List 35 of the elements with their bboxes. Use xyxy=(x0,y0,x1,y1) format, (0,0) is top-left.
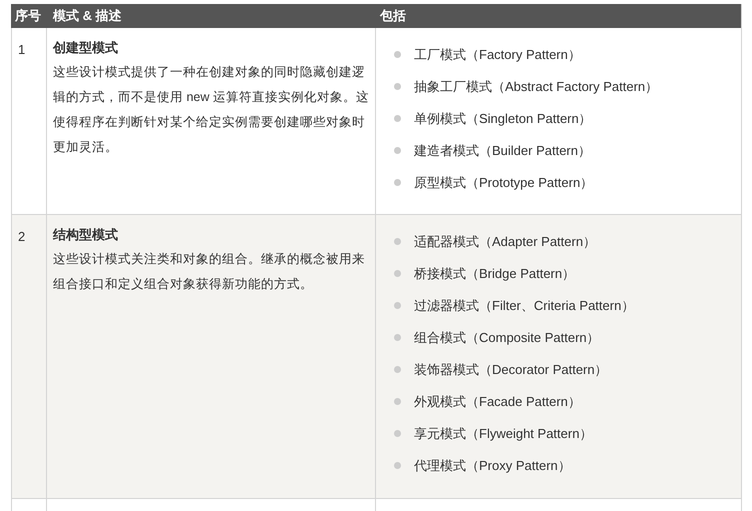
bullet-icon xyxy=(394,238,401,245)
bullet-icon xyxy=(394,179,401,186)
bullet-icon xyxy=(394,51,401,58)
column-header: 序号 xyxy=(14,7,42,26)
bullet-icon xyxy=(394,398,401,405)
row-number: 1 xyxy=(18,42,26,57)
bullet-icon xyxy=(394,430,401,437)
pattern-item: 过滤器模式（Filter、Criteria Pattern） xyxy=(414,296,634,315)
pattern-item: 适配器模式（Adapter Pattern） xyxy=(414,232,596,251)
pattern-item: 外观模式（Facade Pattern） xyxy=(414,392,581,411)
category-title: 结构型模式 xyxy=(53,226,118,244)
pattern-item: 建造者模式（Builder Pattern） xyxy=(414,142,591,160)
column-header: 包括 xyxy=(378,7,407,26)
category-description: 这些设计模式提供了一种在创建对象的同时隐藏创建逻辑的方式，而不是使用 new 运算符直接实例化对象。这使得程序在判断针对某个给定实例需要创建哪些对象时更加灵活。 xyxy=(53,64,370,156)
bullet-icon xyxy=(394,366,401,373)
bullet-icon xyxy=(394,302,401,309)
bullet-icon xyxy=(394,462,401,469)
pattern-item: 原型模式（Prototype Pattern） xyxy=(414,174,594,192)
bullet-icon xyxy=(394,83,401,90)
bullet-icon xyxy=(394,115,401,122)
bullet-icon xyxy=(394,147,401,154)
pattern-item: 享元模式（Flyweight Pattern） xyxy=(414,424,592,443)
pattern-item: 组合模式（Composite Pattern） xyxy=(414,328,600,347)
bullet-icon xyxy=(394,334,401,341)
category-title: 创建型模式 xyxy=(53,39,118,57)
row-number: 2 xyxy=(18,229,26,244)
column-header: 模式 & 描述 xyxy=(52,7,123,26)
category-description: 这些设计模式关注类和对象的组合。继承的概念被用来组合接口和定义组合对象获得新功能的方式。 xyxy=(53,251,366,293)
pattern-item: 单例模式（Singleton Pattern） xyxy=(414,110,592,128)
pattern-item: 装饰器模式（Decorator Pattern） xyxy=(414,360,608,379)
bullet-icon xyxy=(394,270,401,277)
pattern-item: 桥接模式（Bridge Pattern） xyxy=(414,264,576,283)
pattern-item: 代理模式（Proxy Pattern） xyxy=(414,456,571,475)
pattern-item: 工厂模式（Factory Pattern） xyxy=(414,46,581,64)
pattern-item: 抽象工厂模式（Abstract Factory Pattern） xyxy=(414,78,658,96)
